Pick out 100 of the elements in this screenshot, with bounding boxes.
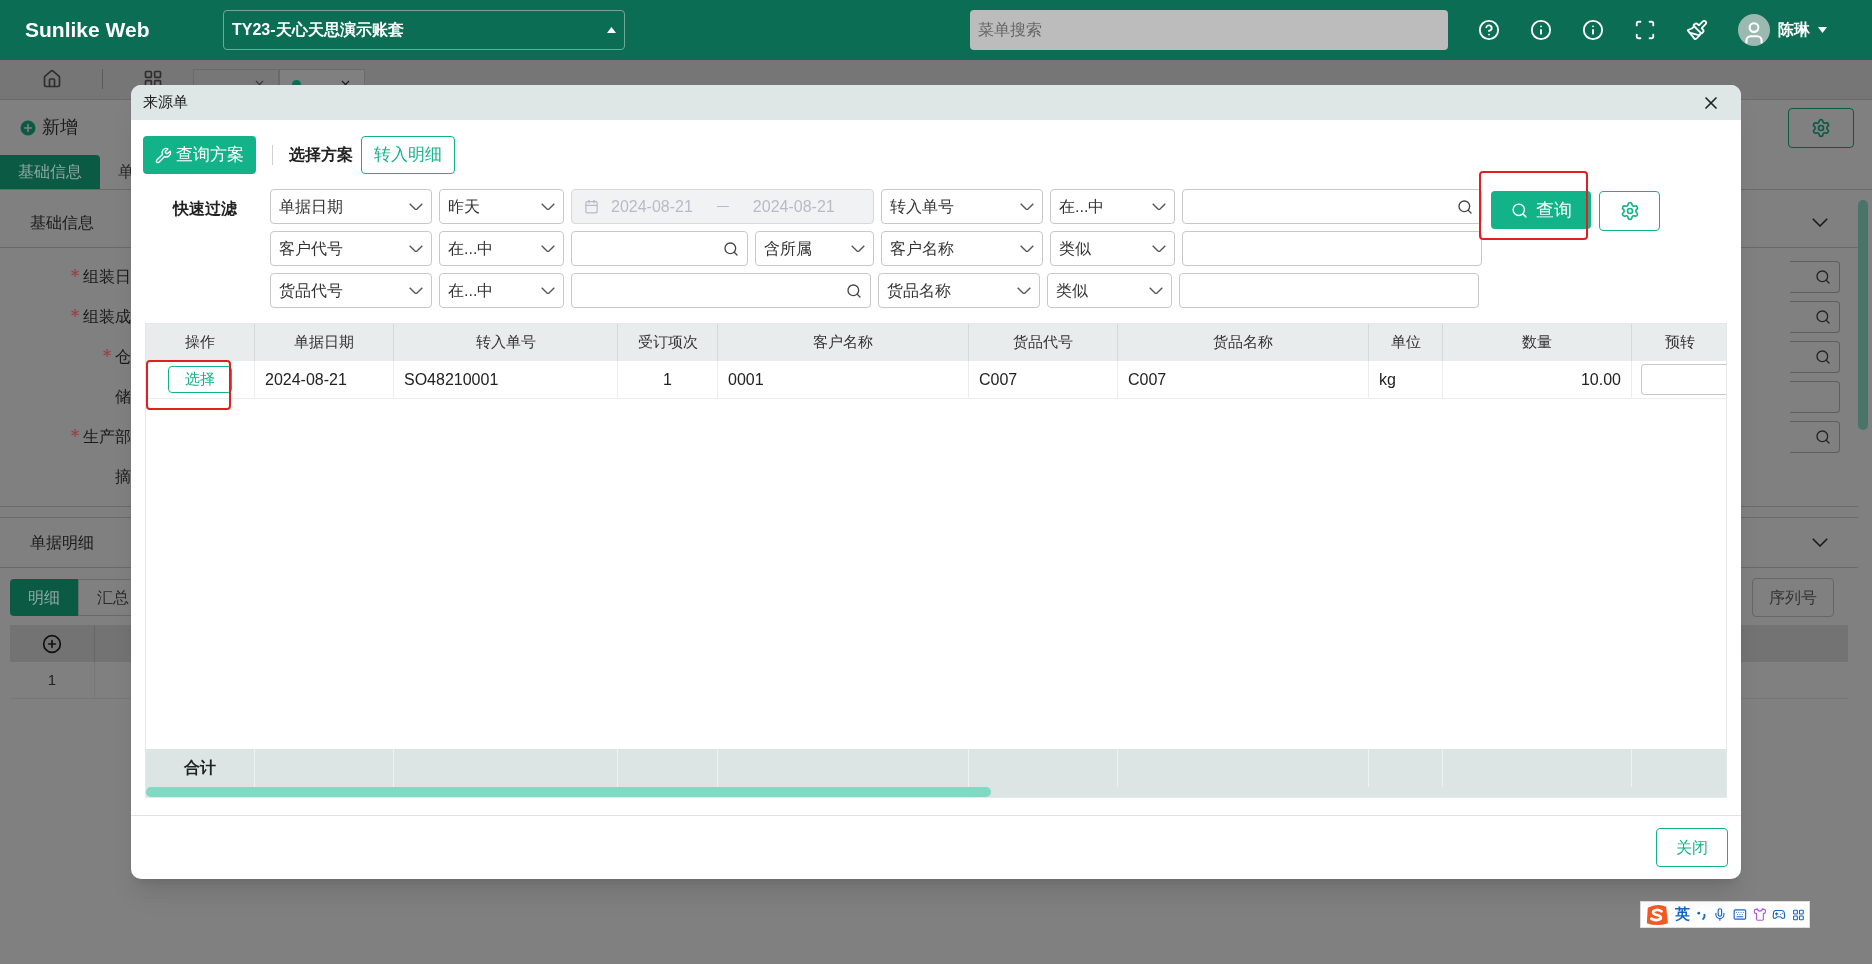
- dropdown[interactable]: 在...中: [439, 231, 564, 266]
- table-cell-text: 0001: [728, 369, 764, 390]
- dropdown[interactable]: 含所属: [755, 231, 874, 266]
- grid-icon[interactable]: [1792, 907, 1805, 922]
- brush-icon[interactable]: [1686, 19, 1708, 41]
- logo: Sunlike Web: [25, 17, 151, 44]
- chevron-down-icon: [1020, 202, 1034, 211]
- search-icon: [723, 240, 739, 257]
- wrench-icon: [155, 146, 172, 164]
- column-header: 货品代号: [969, 324, 1118, 361]
- chevron-down-icon: [541, 244, 555, 253]
- input-field[interactable]: [1790, 381, 1840, 413]
- settings-button[interactable]: [1599, 191, 1660, 231]
- date-from: 2024-08-21: [611, 196, 693, 217]
- settings-button[interactable]: [1788, 107, 1854, 148]
- avatar[interactable]: [1738, 14, 1770, 46]
- add-row-icon[interactable]: [42, 633, 62, 654]
- form-tab[interactable]: 基础信息: [0, 155, 100, 189]
- chevron-down-icon: [409, 244, 423, 253]
- help-icon[interactable]: [1478, 19, 1500, 41]
- scrollbar-thumb[interactable]: [146, 787, 991, 797]
- chevron-down-icon: [1812, 538, 1828, 547]
- dropdown[interactable]: 类似: [1047, 273, 1172, 308]
- chevron-down-icon: [1020, 244, 1034, 253]
- field-label: 组装日: [83, 267, 131, 287]
- field-label: 摘: [115, 467, 131, 487]
- column-header: 单位: [1369, 324, 1443, 361]
- section-title: 基础信息: [30, 212, 94, 233]
- info-icon[interactable]: [1582, 19, 1604, 41]
- account-dropdown[interactable]: TY23-天心天思演示账套: [223, 10, 625, 50]
- detail-tab[interactable]: 明细: [10, 579, 78, 616]
- caret-icon: [1818, 27, 1827, 33]
- column-header: 客户名称: [718, 324, 969, 361]
- scrollbar-thumb[interactable]: [1858, 200, 1868, 430]
- chevron-down-icon: [1812, 218, 1828, 227]
- info-icon[interactable]: [1530, 19, 1552, 41]
- new-button[interactable]: 新增: [18, 114, 78, 141]
- dropdown[interactable]: 客户名称: [881, 231, 1043, 266]
- table-cell-text: 10.00: [1580, 369, 1621, 390]
- plus-icon: [18, 117, 38, 138]
- fullscreen-icon[interactable]: [1634, 19, 1656, 41]
- ime-mode[interactable]: 英: [1674, 903, 1690, 926]
- dropdown[interactable]: 昨天: [439, 189, 564, 224]
- table-cell-text: C007: [979, 369, 1018, 390]
- search-icon: [846, 282, 862, 299]
- table-cell-text: SO48210001: [404, 369, 499, 390]
- column-header: 数量: [1443, 324, 1632, 361]
- dropdown[interactable]: 类似: [1050, 231, 1175, 266]
- chevron-down-icon: [1017, 286, 1031, 295]
- chevron-down-icon: [1149, 286, 1163, 295]
- chevron-down-icon: [1152, 244, 1166, 253]
- field-label: 仓: [115, 347, 131, 367]
- shirt-icon[interactable]: [1752, 907, 1767, 922]
- chevron-down-icon: [1152, 202, 1166, 211]
- caret-icon: [607, 27, 616, 33]
- dropdown[interactable]: 货品名称: [878, 273, 1040, 308]
- calendar-icon: [584, 199, 599, 214]
- column-header: 预转: [1632, 324, 1726, 361]
- keyboard-icon[interactable]: [1732, 907, 1747, 922]
- date-to: 2024-08-21: [752, 196, 835, 217]
- search-field[interactable]: [1790, 341, 1840, 373]
- gamepad-icon[interactable]: [1772, 907, 1787, 922]
- total-label: 合计: [184, 758, 216, 778]
- column-header: 转入单号: [394, 324, 618, 361]
- dropdown[interactable]: 转入单号: [881, 189, 1043, 224]
- column-header: 货品名称: [1118, 324, 1369, 361]
- search-icon: [1815, 349, 1831, 365]
- dropdown[interactable]: 客户代号: [270, 231, 432, 266]
- field-label: 储: [115, 387, 131, 407]
- column-header: 单据日期: [255, 324, 394, 361]
- menu-search-field[interactable]: 菜单搜索: [970, 10, 1448, 50]
- column-header: 操作: [146, 324, 255, 361]
- table-cell-text: 2024-08-21: [265, 369, 347, 390]
- settings-icon: [1619, 201, 1640, 221]
- search-field[interactable]: [1790, 421, 1840, 453]
- search-icon: [1815, 429, 1831, 445]
- dropdown[interactable]: 在...中: [439, 273, 564, 308]
- user-name[interactable]: 陈琳: [1778, 18, 1810, 42]
- dropdown[interactable]: 在...中: [1050, 189, 1175, 224]
- dropdown[interactable]: 单据日期: [270, 189, 432, 224]
- search-field[interactable]: [1790, 301, 1840, 333]
- microphone-icon[interactable]: [1712, 907, 1727, 922]
- chevron-down-icon: [409, 286, 423, 295]
- field-label: 组装成: [83, 307, 131, 327]
- settings-icon: [1811, 117, 1831, 138]
- dropdown[interactable]: 货品代号: [270, 273, 432, 308]
- table-cell-text: 1: [663, 369, 672, 390]
- filter-label: 快速过滤: [171, 199, 238, 219]
- home-icon[interactable]: [42, 69, 62, 89]
- search-icon: [1510, 201, 1528, 219]
- column-header: 受订项次: [618, 324, 718, 361]
- section-title: 单据明细: [30, 532, 94, 553]
- field-label: 生产部: [83, 427, 131, 447]
- chevron-down-icon: [409, 202, 423, 211]
- search-icon: [1815, 309, 1831, 325]
- chevron-down-icon: [541, 202, 555, 211]
- serial-number-button[interactable]: 序列号: [1752, 578, 1834, 617]
- table-cell-text: C007: [1128, 369, 1167, 390]
- search-field[interactable]: [1790, 261, 1840, 293]
- chevron-down-icon: [541, 286, 555, 295]
